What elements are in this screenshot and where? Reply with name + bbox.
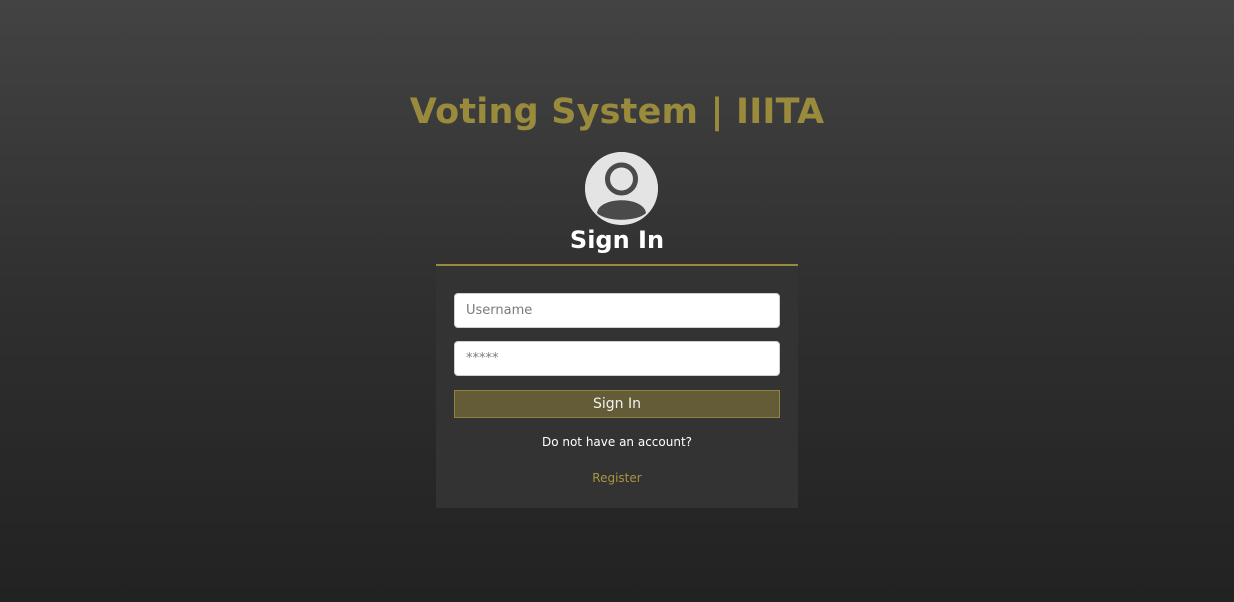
- page-title: Voting System | IIITA: [409, 92, 825, 132]
- no-account-text: Do not have an account?: [541, 435, 693, 449]
- username-input[interactable]: [454, 293, 780, 328]
- sign-in-heading: Sign In: [569, 226, 665, 254]
- sign-in-button[interactable]: Sign In: [454, 390, 780, 418]
- login-form: Sign In Do not have an account? Register: [436, 266, 798, 508]
- register-link[interactable]: Register: [436, 471, 798, 485]
- user-avatar-icon: [585, 152, 658, 225]
- password-input[interactable]: [454, 341, 780, 376]
